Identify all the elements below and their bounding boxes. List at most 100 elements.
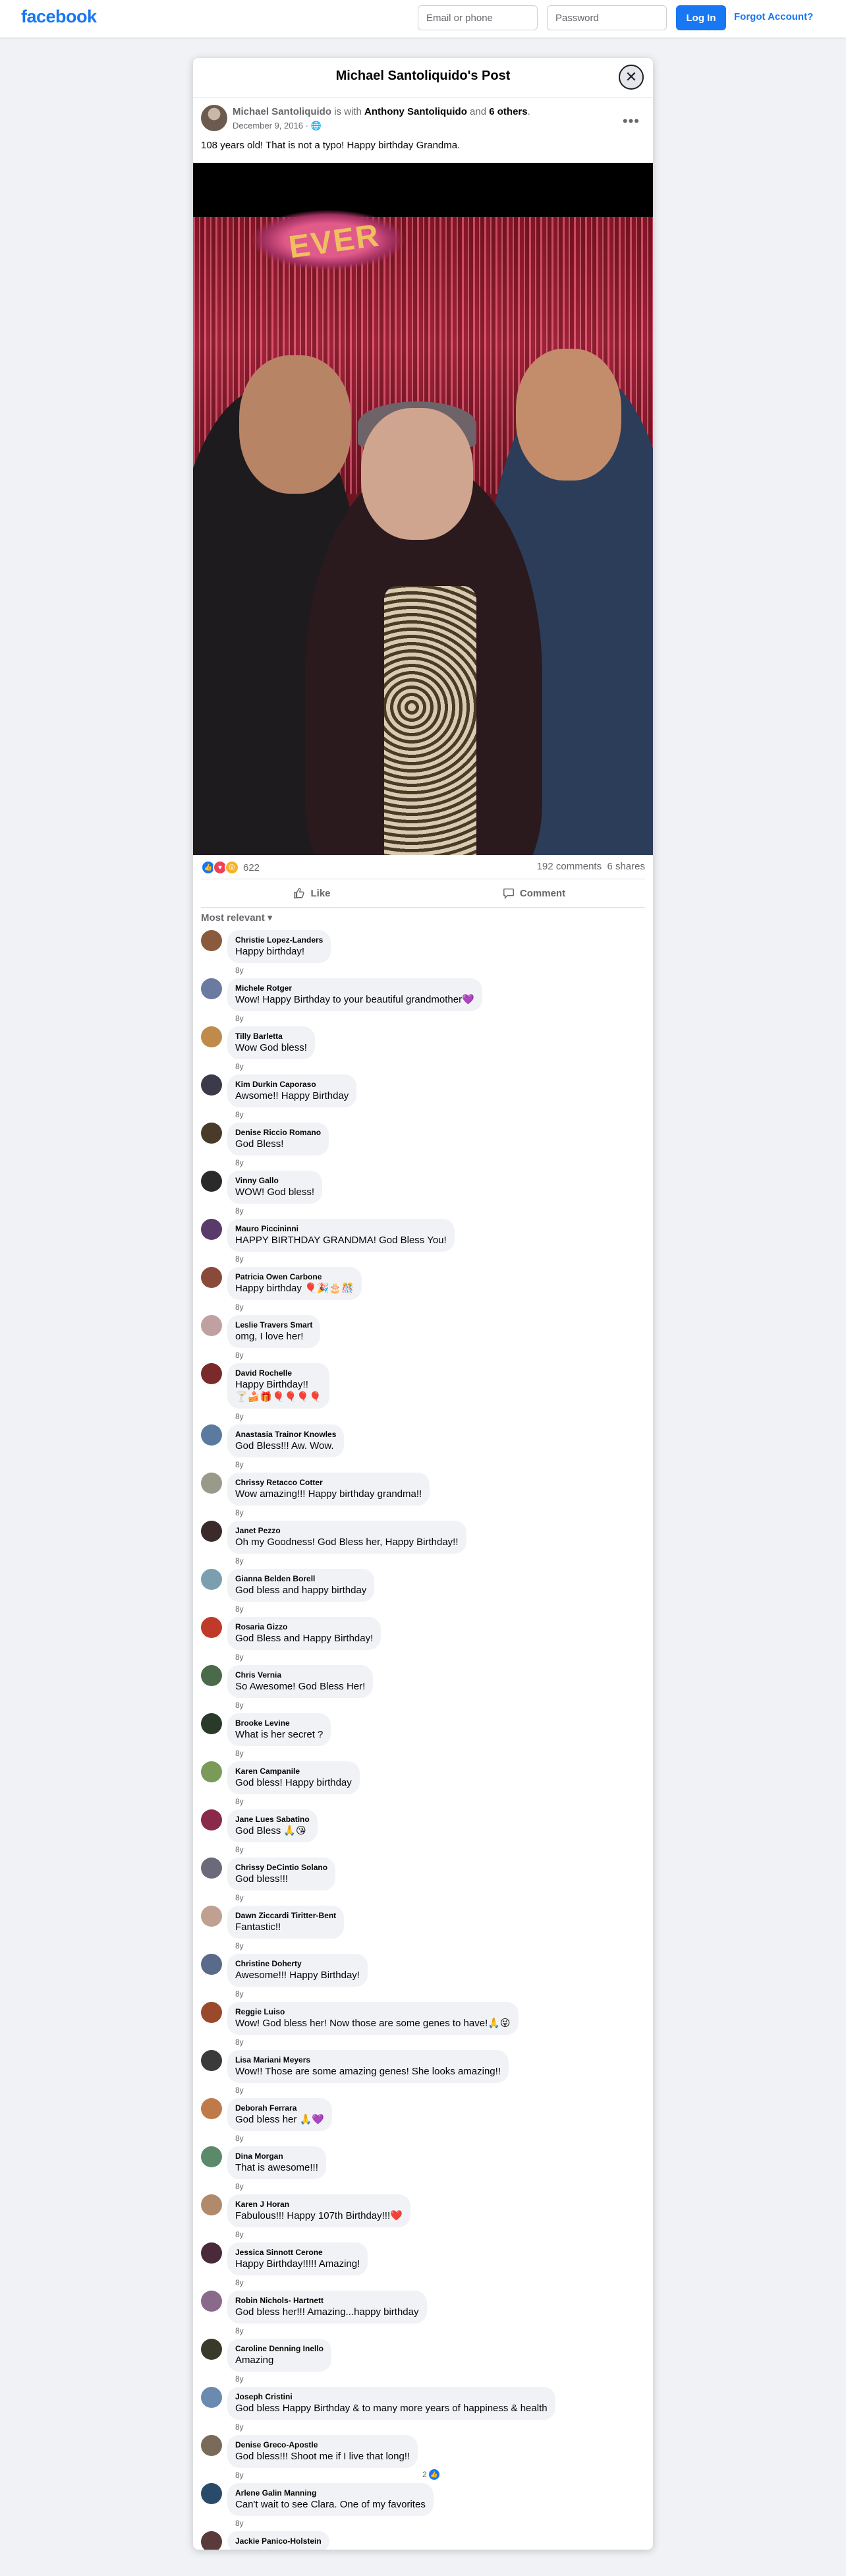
commenter-avatar[interactable]	[201, 1906, 222, 1927]
commenter-name[interactable]: Dawn Ziccardi Tiritter-Bent	[235, 1911, 336, 1921]
commenter-avatar[interactable]	[201, 1954, 222, 1975]
comment-button[interactable]: Comment	[423, 879, 645, 907]
commenter-name[interactable]: Dina Morgan	[235, 2152, 318, 2161]
comment-timestamp[interactable]: 8y	[235, 1110, 244, 1119]
comment-timestamp[interactable]: 8y	[235, 1797, 244, 1806]
comment-timestamp[interactable]: 8y	[235, 966, 244, 975]
commenter-name[interactable]: Jane Lues Sabatino	[235, 1815, 310, 1825]
comment-timestamp[interactable]: 8y	[235, 1508, 244, 1517]
commenter-name[interactable]: Jessica Sinnott Cerone	[235, 2248, 360, 2258]
commenter-avatar[interactable]	[201, 1363, 222, 1384]
commenter-name[interactable]: Deborah Ferrara	[235, 2103, 324, 2113]
commenter-avatar[interactable]	[201, 2435, 222, 2456]
commenter-name[interactable]: Chrissy Retacco Cotter	[235, 1478, 422, 1488]
commenter-avatar[interactable]	[201, 1219, 222, 1240]
post-date-text[interactable]: December 9, 2016	[233, 121, 303, 131]
commenter-avatar[interactable]	[201, 1713, 222, 1734]
login-button[interactable]: Log In	[676, 5, 726, 30]
commenter-avatar[interactable]	[201, 1665, 222, 1686]
commenter-name[interactable]: David Rochelle	[235, 1368, 322, 1378]
comment-timestamp[interactable]: 8y	[235, 2374, 244, 2384]
commenter-avatar[interactable]	[201, 1521, 222, 1542]
commenter-avatar[interactable]	[201, 1315, 222, 1336]
commenter-name[interactable]: Tilly Barletta	[235, 1032, 307, 1041]
more-options-icon[interactable]: •••	[623, 113, 640, 130]
commenter-avatar[interactable]	[201, 2050, 222, 2071]
comment-timestamp[interactable]: 8y	[235, 2471, 244, 2480]
commenter-avatar[interactable]	[201, 1473, 222, 1494]
commenter-avatar[interactable]	[201, 2339, 222, 2360]
comment-timestamp[interactable]: 8y	[235, 1351, 244, 1360]
comment-timestamp[interactable]: 8y	[235, 1254, 244, 1264]
comment-timestamp[interactable]: 8y	[235, 2326, 244, 2335]
commenter-name[interactable]: Joseph Cristini	[235, 2392, 548, 2402]
commenter-name[interactable]: Janet Pezzo	[235, 1526, 459, 1536]
commenter-name[interactable]: Gianna Belden Borell	[235, 1574, 366, 1584]
comment-timestamp[interactable]: 8y	[235, 2134, 244, 2143]
author-avatar[interactable]	[201, 105, 227, 131]
comment-timestamp[interactable]: 8y	[235, 2182, 244, 2191]
commenter-name[interactable]: Brooke Levine	[235, 1718, 323, 1728]
commenter-avatar[interactable]	[201, 978, 222, 999]
commenter-name[interactable]: Reggie Luiso	[235, 2007, 511, 2017]
commenter-avatar[interactable]	[201, 930, 222, 951]
comment-timestamp[interactable]: 8y	[235, 1749, 244, 1758]
comment-timestamp[interactable]: 8y	[235, 1701, 244, 1710]
comment-timestamp[interactable]: 8y	[235, 1412, 244, 1421]
comment-timestamp[interactable]: 8y	[235, 1653, 244, 1662]
tagged-person-link[interactable]: Anthony Santoliquido	[364, 106, 467, 117]
commenter-name[interactable]: Karen Campanile	[235, 1767, 352, 1776]
like-button[interactable]: Like	[201, 879, 423, 907]
commenter-name[interactable]: Lisa Mariani Meyers	[235, 2055, 501, 2065]
commenter-avatar[interactable]	[201, 1267, 222, 1288]
commenter-avatar[interactable]	[201, 2242, 222, 2264]
comment-timestamp[interactable]: 8y	[235, 1460, 244, 1469]
commenter-avatar[interactable]	[201, 2387, 222, 2408]
commenter-avatar[interactable]	[201, 2098, 222, 2119]
comment-like-count[interactable]: 2 👍	[422, 2469, 439, 2480]
comment-timestamp[interactable]: 8y	[235, 1845, 244, 1854]
commenter-avatar[interactable]	[201, 2146, 222, 2167]
comment-timestamp[interactable]: 8y	[235, 1604, 244, 1614]
commenter-avatar[interactable]	[201, 1809, 222, 1830]
commenter-name[interactable]: Mauro Piccininni	[235, 1224, 447, 1234]
email-field[interactable]	[418, 5, 538, 30]
commenter-name[interactable]: Christine Doherty	[235, 1959, 360, 1969]
commenter-name[interactable]: Jackie Panico-Holstein	[235, 2536, 322, 2546]
comment-timestamp[interactable]: 8y	[235, 1893, 244, 1902]
commenter-name[interactable]: Denise Riccio Romano	[235, 1128, 321, 1138]
commenter-name[interactable]: Denise Greco-Apostle	[235, 2440, 410, 2450]
forgot-account-link[interactable]: Forgot Account?	[734, 11, 813, 22]
commenter-avatar[interactable]	[201, 1617, 222, 1638]
comment-timestamp[interactable]: 8y	[235, 2278, 244, 2287]
commenter-avatar[interactable]	[201, 1123, 222, 1144]
comment-timestamp[interactable]: 8y	[235, 2037, 244, 2047]
comment-timestamp[interactable]: 8y	[235, 2422, 244, 2432]
close-button[interactable]: ✕	[619, 65, 644, 90]
commenter-name[interactable]: Caroline Denning Inello	[235, 2344, 324, 2354]
commenter-name[interactable]: Michele Rotger	[235, 983, 474, 993]
comments-count[interactable]: 192 comments	[537, 861, 602, 872]
commenter-name[interactable]: Arlene Galin Manning	[235, 2488, 426, 2498]
commenter-name[interactable]: Anastasia Trainor Knowles	[235, 1430, 336, 1440]
comment-timestamp[interactable]: 8y	[235, 2086, 244, 2095]
comment-timestamp[interactable]: 8y	[235, 1303, 244, 1312]
comment-timestamp[interactable]: 8y	[235, 1989, 244, 1999]
commenter-avatar[interactable]	[201, 2291, 222, 2312]
post-photo[interactable]: EVER	[193, 163, 653, 855]
commenter-name[interactable]: Kim Durkin Caporaso	[235, 1080, 349, 1090]
tagged-others-link[interactable]: 6 others	[489, 106, 527, 117]
commenter-avatar[interactable]	[201, 1858, 222, 1879]
commenter-name[interactable]: Rosaria Gizzo	[235, 1622, 373, 1632]
commenter-name[interactable]: Chris Vernia	[235, 1670, 365, 1680]
commenter-avatar[interactable]	[201, 2483, 222, 2504]
reaction-count[interactable]: 622	[243, 862, 260, 873]
commenter-avatar[interactable]	[201, 1171, 222, 1192]
commenter-avatar[interactable]	[201, 1074, 222, 1096]
commenter-avatar[interactable]	[201, 1424, 222, 1446]
commenter-avatar[interactable]	[201, 1761, 222, 1782]
commenter-avatar[interactable]	[201, 2002, 222, 2023]
comment-timestamp[interactable]: 8y	[235, 2519, 244, 2528]
commenter-avatar[interactable]	[201, 1569, 222, 1590]
commenter-name[interactable]: Karen J Horan	[235, 2200, 403, 2210]
